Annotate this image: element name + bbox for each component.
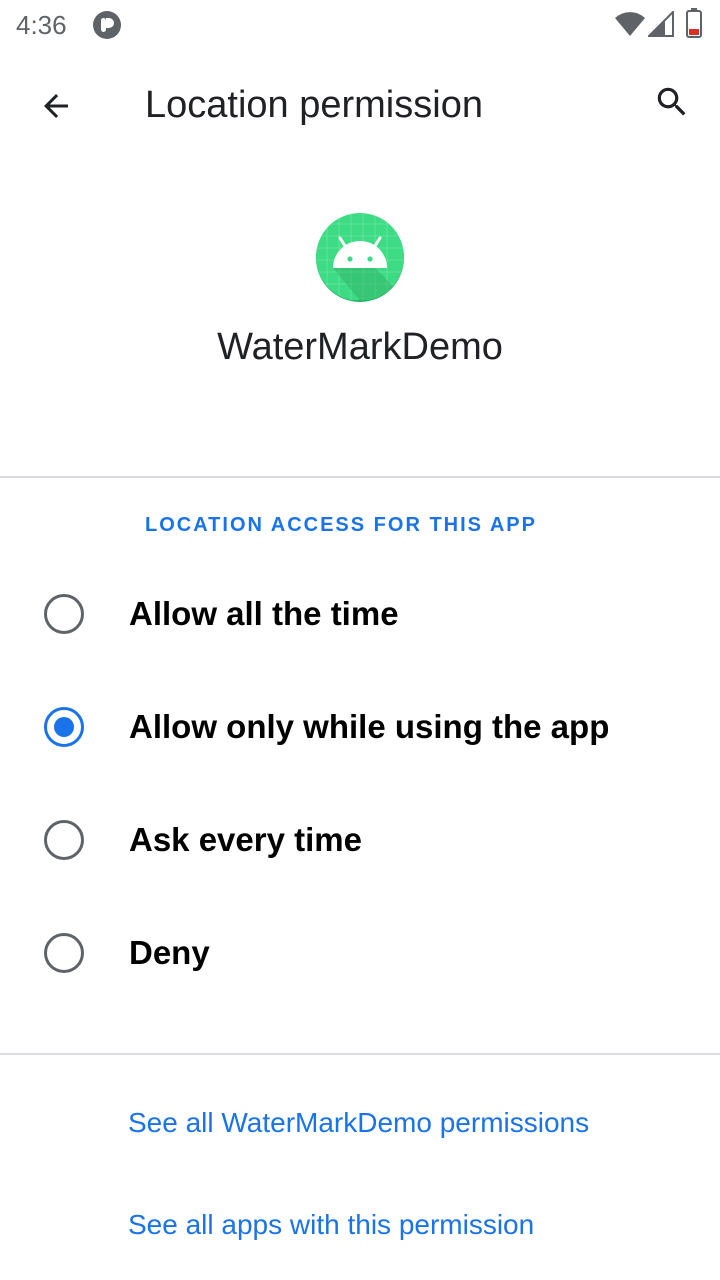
see-all-apps-with-permission-link[interactable]: See all apps with this permission xyxy=(128,1209,534,1241)
see-all-app-permissions-link[interactable]: See all WaterMarkDemo permissions xyxy=(128,1107,589,1139)
radio-unchecked-icon[interactable] xyxy=(44,594,84,634)
toolbar: Location permission xyxy=(0,56,720,156)
radio-unchecked-icon[interactable] xyxy=(44,820,84,860)
battery-icon xyxy=(686,8,702,38)
status-bar: 4:36 xyxy=(0,0,720,50)
option-allow-while-using-app[interactable]: Allow only while using the app xyxy=(0,677,720,777)
option-label: Deny xyxy=(129,934,210,971)
radio-checked-icon[interactable] xyxy=(44,707,84,747)
search-icon xyxy=(653,83,691,126)
option-allow-all-the-time[interactable]: Allow all the time xyxy=(0,564,720,664)
android-robot-icon xyxy=(315,212,405,302)
radio-unchecked-icon[interactable] xyxy=(44,933,84,973)
arrow-back-icon xyxy=(38,88,74,129)
divider xyxy=(0,1053,720,1055)
search-button[interactable] xyxy=(644,76,700,132)
signal-icon xyxy=(646,9,674,37)
divider xyxy=(0,476,720,478)
option-label: Ask every time xyxy=(129,821,362,858)
wifi-icon xyxy=(614,11,646,37)
notification-icon xyxy=(92,10,122,40)
status-time: 4:36 xyxy=(16,10,67,40)
option-label: Allow all the time xyxy=(129,595,399,632)
option-ask-every-time[interactable]: Ask every time xyxy=(0,790,720,890)
app-name: WaterMarkDemo xyxy=(217,326,503,368)
section-header: LOCATION ACCESS FOR THIS APP xyxy=(145,514,537,536)
option-deny[interactable]: Deny xyxy=(0,903,720,1003)
back-button[interactable] xyxy=(28,80,84,136)
page-title: Location permission xyxy=(145,84,483,126)
option-label: Allow only while using the app xyxy=(129,708,610,745)
